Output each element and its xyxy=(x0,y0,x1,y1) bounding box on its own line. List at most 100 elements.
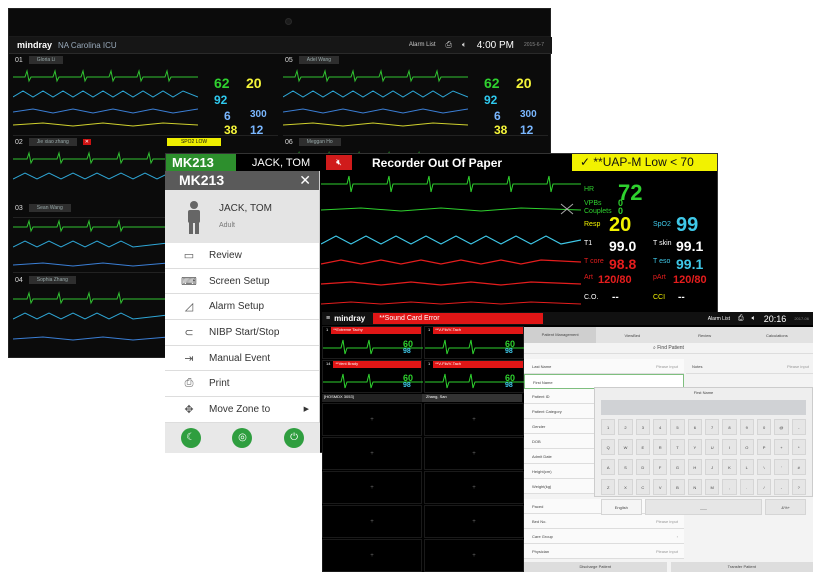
error-banner[interactable]: **Sound Card Error xyxy=(373,313,544,324)
standby-icon[interactable]: ⏻ xyxy=(284,428,305,448)
menu-item-review[interactable]: ▭ Review xyxy=(165,243,319,269)
key[interactable]: 0 xyxy=(756,419,772,435)
bed-tile[interactable]: 04 Sophia Zhang xyxy=(13,275,168,355)
tab-patient-management[interactable]: Patient Management xyxy=(524,327,597,343)
printer-icon[interactable]: ⎙ xyxy=(446,40,452,50)
empty-bed-slot[interactable]: + xyxy=(424,471,524,504)
bed-tile[interactable]: 1 **Extreme Tachy 60 98 xyxy=(322,326,423,359)
hamburger-menu-icon[interactable]: ≡ xyxy=(326,315,330,322)
key[interactable]: * xyxy=(791,439,806,455)
patient-name[interactable]: JACK, TOM xyxy=(236,157,326,169)
key[interactable]: . xyxy=(739,479,754,495)
key[interactable]: W xyxy=(618,439,633,455)
key[interactable]: ? xyxy=(791,479,806,495)
menu-item-print[interactable]: ⎙ Print xyxy=(165,371,319,398)
empty-bed-slot[interactable]: + xyxy=(424,437,524,470)
find-patient-button[interactable]: ⌕ Find Patient xyxy=(524,343,813,354)
field-last-name[interactable]: Last Name Please input xyxy=(524,359,684,374)
alarm-list-button[interactable]: Alarm List xyxy=(409,42,436,48)
menu-item-nibp[interactable]: ⊂ NIBP Start/Stop xyxy=(165,320,319,346)
key[interactable]: Z xyxy=(601,479,616,495)
key[interactable]: Y xyxy=(687,439,702,455)
bed-tile[interactable]: 1 **V-Fib/V-Tach 60 98 xyxy=(424,360,525,393)
key[interactable]: / xyxy=(756,479,772,495)
key[interactable]: Q xyxy=(601,439,616,455)
key[interactable]: T xyxy=(670,439,685,455)
alarm-list-button[interactable]: Alarm List xyxy=(708,316,730,322)
menu-item-alarm-setup[interactable]: ◿ Alarm Setup xyxy=(165,294,319,321)
key[interactable]: C xyxy=(635,479,650,495)
field-physician[interactable]: Physician Please input xyxy=(524,544,684,559)
key[interactable]: G xyxy=(670,459,685,475)
patient-info[interactable]: JACK, TOM Adult xyxy=(165,190,319,243)
tab-calculations[interactable]: Calculations xyxy=(741,333,813,338)
key[interactable]: \ xyxy=(756,459,772,475)
key[interactable]: J xyxy=(704,459,720,475)
bed-label[interactable]: MK213 xyxy=(166,154,236,171)
alarm-banner[interactable]: SPO2 LOW xyxy=(166,138,222,146)
menu-item-screen-setup[interactable]: ⌨ Screen Setup xyxy=(165,269,319,295)
key[interactable]: X xyxy=(618,479,633,495)
key[interactable]: + xyxy=(774,439,789,455)
discharge-patient-button[interactable]: Discharge Patient xyxy=(524,562,667,572)
printer-icon[interactable]: ⎙ xyxy=(738,315,744,323)
key[interactable]: K xyxy=(722,459,737,475)
key[interactable]: O xyxy=(739,439,754,455)
key[interactable]: 9 xyxy=(739,419,754,435)
key[interactable]: B xyxy=(670,479,685,495)
empty-bed-slot[interactable]: + xyxy=(322,437,422,470)
menu-item-move-zone[interactable]: ✥ Move Zone to ▶ xyxy=(165,397,319,423)
key[interactable]: 7 xyxy=(704,419,720,435)
key[interactable]: U xyxy=(704,439,720,455)
key[interactable]: M xyxy=(704,479,720,495)
key[interactable]: 5 xyxy=(670,419,685,435)
key[interactable]: F xyxy=(652,459,668,475)
volume-icon[interactable]: 🔈︎ xyxy=(462,40,467,50)
keyboard-input[interactable] xyxy=(601,400,806,415)
privacy-icon[interactable]: ◎ xyxy=(232,428,253,448)
bed-tile[interactable]: 1 **V-Fib/V-Tach 60 98 xyxy=(424,326,525,359)
symbols-key[interactable]: &%+ xyxy=(765,499,806,515)
key[interactable]: 2 xyxy=(618,419,633,435)
bed-tile[interactable]: 01 Gloria Li 62 20 92 6 300 38 12 xyxy=(13,55,278,136)
key[interactable]: 3 xyxy=(635,419,650,435)
key[interactable]: E xyxy=(635,439,650,455)
language-key[interactable]: English xyxy=(601,499,642,515)
key[interactable]: H xyxy=(687,459,702,475)
key[interactable]: 6 xyxy=(687,419,702,435)
key[interactable]: R xyxy=(652,439,668,455)
night-mode-icon[interactable]: ☾ xyxy=(180,428,201,448)
volume-icon[interactable]: 🔈︎ xyxy=(752,315,756,323)
key[interactable]: S xyxy=(618,459,633,475)
key[interactable]: , xyxy=(722,479,737,495)
empty-bed-slot[interactable]: + xyxy=(322,505,422,538)
empty-bed-slot[interactable]: + xyxy=(424,539,524,572)
empty-bed-slot[interactable]: + xyxy=(322,471,422,504)
empty-bed-slot[interactable]: + xyxy=(424,403,524,436)
space-key[interactable]: ___ xyxy=(644,499,763,515)
key[interactable]: V xyxy=(652,479,668,495)
key[interactable]: - xyxy=(791,419,806,435)
alarm-banner[interactable]: ✓ **UAP-M Low < 70 xyxy=(572,154,717,171)
empty-bed-slot[interactable]: + xyxy=(322,539,422,572)
alarm-silenced-icon[interactable]: 🔇︎ xyxy=(326,155,352,170)
key[interactable]: @ xyxy=(774,419,789,435)
key[interactable]: 4 xyxy=(652,419,668,435)
key[interactable]: - xyxy=(774,479,789,495)
empty-bed-slot[interactable]: + xyxy=(322,403,422,436)
bed-tile[interactable]: 03 Sean Wang xyxy=(13,203,168,273)
close-icon[interactable]: ✕ xyxy=(299,171,311,190)
empty-bed-slot[interactable]: + xyxy=(424,505,524,538)
key[interactable]: 8 xyxy=(722,419,737,435)
field-care-group[interactable]: Care Group › xyxy=(524,529,684,544)
key[interactable]: 1 xyxy=(601,419,616,435)
transfer-patient-button[interactable]: Transfer Patient xyxy=(670,562,813,572)
field-notes[interactable]: Notes Please input xyxy=(686,359,813,374)
key[interactable]: # xyxy=(791,459,806,475)
tab-review[interactable]: Review xyxy=(669,333,741,338)
key[interactable]: P xyxy=(756,439,772,455)
menu-item-manual-event[interactable]: ⇥ Manual Event xyxy=(165,346,319,372)
bed-tile[interactable]: 05 Adel Wang 62 20 92 6 300 38 12 xyxy=(283,55,548,136)
key[interactable]: N xyxy=(687,479,702,495)
key[interactable]: I xyxy=(722,439,737,455)
